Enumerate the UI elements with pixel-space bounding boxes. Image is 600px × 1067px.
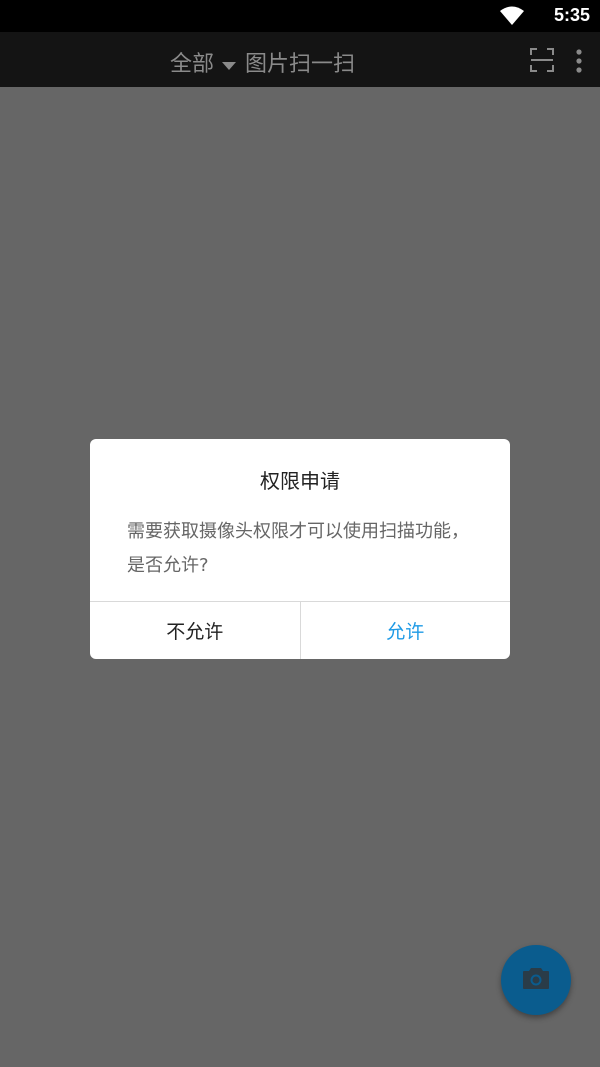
camera-fab-button[interactable] bbox=[501, 945, 571, 1015]
page-title: 图片扫一扫 bbox=[245, 52, 356, 77]
scan-frame-icon[interactable] bbox=[530, 48, 554, 72]
status-bar: 5:35 bbox=[0, 0, 600, 32]
caret-down-icon bbox=[222, 51, 237, 76]
more-vert-icon[interactable] bbox=[572, 47, 586, 75]
deny-button[interactable]: 不允许 bbox=[90, 602, 301, 659]
app-bar: 全部 图片扫一扫 bbox=[0, 32, 600, 87]
permission-dialog: 权限申请 需要获取摄像头权限才可以使用扫描功能， 是否允许? 不允许 允许 bbox=[90, 439, 510, 659]
filter-label: 全部 bbox=[170, 52, 215, 77]
dialog-actions: 不允许 允许 bbox=[90, 601, 510, 659]
allow-button[interactable]: 允许 bbox=[301, 602, 511, 659]
filter-dropdown[interactable]: 全部 bbox=[170, 46, 237, 78]
status-time: 5:35 bbox=[553, 5, 590, 25]
wifi-icon bbox=[500, 6, 524, 30]
dialog-title: 权限申请 bbox=[260, 469, 340, 493]
dialog-message: 需要获取摄像头权限才可以使用扫描功能， 是否允许? bbox=[127, 521, 469, 576]
camera-icon bbox=[522, 966, 550, 994]
